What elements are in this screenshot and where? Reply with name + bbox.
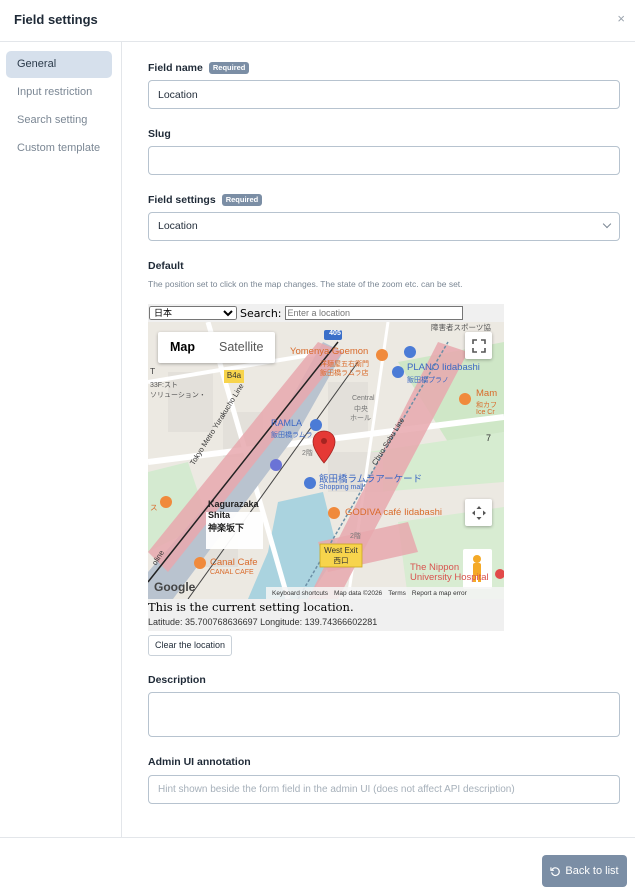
google-logo: Google — [154, 580, 196, 594]
map-type-map-button[interactable]: Map — [158, 332, 207, 363]
default-hint: The position set to click on the map cha… — [148, 279, 463, 289]
slug-label: Slug — [148, 128, 171, 140]
map-label: 2階 — [302, 450, 313, 457]
map-label: Yomenya Goemon — [290, 346, 369, 357]
map-label: ホール — [350, 415, 371, 422]
field-name-label: Field name Required — [148, 61, 250, 75]
map-label: 飯田橋ラムラアーケード — [319, 474, 423, 485]
modal-header: Field settings × — [0, 0, 635, 42]
sidebar-item-general[interactable]: General — [6, 51, 112, 78]
fullscreen-icon[interactable] — [465, 332, 492, 359]
report-error-link[interactable]: Report a map error — [412, 590, 467, 597]
back-to-list-button[interactable]: Back to list — [542, 855, 627, 887]
map-label: ス — [150, 503, 158, 512]
required-badge: Required — [208, 62, 250, 74]
close-icon[interactable]: × — [617, 12, 625, 26]
map-search-bar: 日本 Search: — [148, 304, 504, 322]
modal-footer: Back to list — [0, 837, 635, 893]
west-exit-label: West Exit — [324, 546, 358, 555]
map-label: GODIVA café Iidabashi — [345, 507, 442, 518]
map-label: Ice Cr — [476, 409, 495, 416]
modal-title: Field settings — [14, 12, 98, 27]
field-settings-select[interactable]: Location — [148, 212, 620, 241]
back-to-list-label: Back to list — [565, 865, 619, 877]
map-label: Mam — [476, 388, 498, 399]
pegman-icon[interactable] — [463, 549, 492, 589]
station-label: Kagurazaka — [208, 499, 259, 509]
map-canvas[interactable]: 障害者スポーツ協 405 T 33F:スト ソリューション・ Yomenya G… — [148, 322, 504, 599]
map-label: Shopping mall — [319, 484, 364, 491]
map-label: 33F:スト — [150, 382, 179, 389]
country-select[interactable]: 日本 — [149, 306, 237, 320]
map-label: 飯田橋ラムラ店 — [320, 370, 369, 377]
field-name-label-text: Field name — [148, 62, 203, 74]
sidebar-item-custom-template[interactable]: Custom template — [6, 135, 112, 162]
required-badge: Required — [221, 194, 263, 206]
sidebar-item-search-setting[interactable]: Search setting — [6, 107, 112, 134]
b4a-exit-label: B4a — [226, 371, 242, 380]
undo-icon — [550, 866, 561, 876]
map-footer: Keyboard shortcuts Map data ©2026 Terms … — [266, 587, 504, 599]
sidebar-item-input-restriction[interactable]: Input restriction — [6, 79, 112, 106]
map-label: PLANO Iidabashi — [407, 362, 480, 373]
sidebar: General Input restriction Search setting… — [0, 42, 122, 837]
default-label: Default — [148, 260, 184, 272]
map-search-input[interactable] — [284, 306, 463, 320]
map-label: CANAL CAFE — [210, 569, 254, 576]
field-settings-value: Location — [148, 212, 620, 241]
keyboard-shortcuts-link[interactable]: Keyboard shortcuts — [272, 590, 328, 597]
slug-input[interactable] — [148, 146, 620, 175]
map-label: RAMLA — [271, 418, 303, 428]
terms-link[interactable]: Terms — [388, 590, 406, 597]
map-widget: 日本 Search: Enter a location 障害者スポーツ協 405… — [148, 304, 504, 631]
map-label: Central — [352, 395, 375, 402]
station-label: 神楽坂下 — [208, 523, 245, 533]
map-label: Canal Cafe — [210, 557, 258, 568]
west-exit-label-jp: 西口 — [333, 556, 349, 565]
map-coordinates: Latitude: 35.700768636697 Longitude: 139… — [148, 617, 378, 627]
move-camera-icon[interactable] — [465, 499, 492, 526]
admin-annotation-input[interactable] — [148, 775, 620, 804]
map-search-label: Search: — [240, 306, 282, 320]
clear-location-button[interactable]: Clear the location — [148, 635, 233, 656]
station-label: Shita — [208, 510, 231, 520]
field-name-input[interactable] — [148, 80, 620, 109]
description-label: Description — [148, 674, 206, 686]
route-405-label: 405 — [329, 330, 341, 337]
map-label: 飯田橋プラノ — [407, 377, 449, 384]
admin-annotation-label: Admin UI annotation — [148, 756, 251, 768]
map-type-control: Map Satellite — [158, 332, 276, 363]
map-label: 2階 — [350, 533, 361, 540]
map-label: 飯田橋ラムラ — [271, 432, 313, 439]
description-textarea[interactable] — [148, 692, 620, 737]
map-caption: This is the current setting location. — [148, 600, 354, 614]
field-settings-label: Field settings Required — [148, 193, 263, 207]
map-label: ソリューション・ — [150, 392, 206, 399]
field-settings-label-text: Field settings — [148, 194, 216, 206]
map-data-text: Map data ©2026 — [334, 589, 383, 597]
map-label: 7 — [486, 433, 492, 443]
map-type-satellite-button[interactable]: Satellite — [207, 332, 275, 363]
map-label: T — [150, 366, 156, 376]
